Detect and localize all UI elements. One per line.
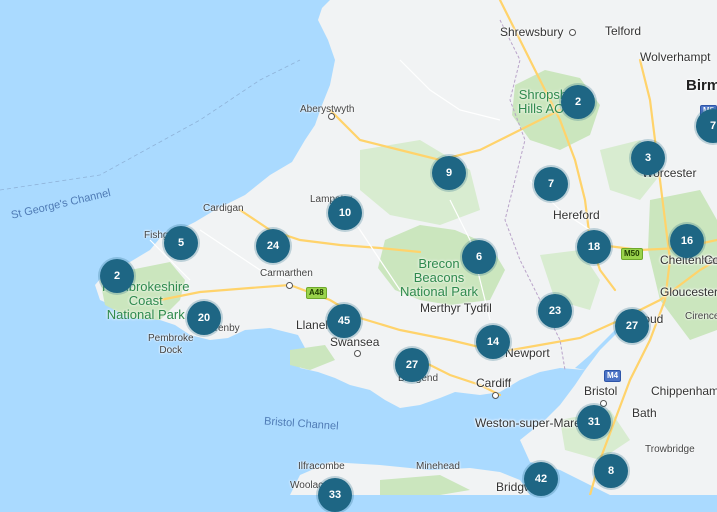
place-swansea: Swansea <box>330 335 380 349</box>
place-shrewsbury: Shrewsbury <box>500 25 564 39</box>
cluster-marker[interactable]: 3 <box>631 141 665 175</box>
cluster-marker[interactable]: 23 <box>538 294 572 328</box>
cluster-marker[interactable]: 8 <box>594 454 628 488</box>
cluster-marker[interactable]: 20 <box>187 301 221 335</box>
cluster-marker[interactable]: 27 <box>615 309 649 343</box>
place-bath: Bath <box>632 406 657 420</box>
town-dot-shrewsbury <box>569 29 576 36</box>
cluster-marker[interactable]: 14 <box>476 325 510 359</box>
town-dot-cardiff <box>492 392 499 399</box>
place-newport: Newport <box>505 346 550 360</box>
place-merthyr: Merthyr Tydfil <box>420 301 492 315</box>
town-dot-carmarthen <box>286 282 293 289</box>
road-shield-m50: M50 <box>621 248 643 260</box>
cluster-marker[interactable]: 18 <box>577 230 611 264</box>
place-chippenham: Chippenham <box>651 384 717 398</box>
cluster-marker[interactable]: 9 <box>432 156 466 190</box>
town-dot-swansea <box>354 350 361 357</box>
place-pembroke: Pembroke Dock <box>148 333 194 356</box>
cluster-marker[interactable]: 24 <box>256 229 290 263</box>
road-shield-a48: A48 <box>306 287 327 299</box>
place-minehead: Minehead <box>416 461 460 472</box>
cluster-marker[interactable]: 45 <box>327 304 361 338</box>
road-shield-m4: M4 <box>604 370 622 382</box>
cluster-marker[interactable]: 7 <box>534 167 568 201</box>
cluster-marker[interactable]: 33 <box>318 478 352 512</box>
place-birmingham: Birm <box>686 77 717 94</box>
place-ilfracombe: Ilfracombe <box>298 461 345 472</box>
place-aberystwyth: Aberystwyth <box>300 104 355 115</box>
place-wolverhampton: Wolverhampt <box>640 50 711 64</box>
place-carmarthen: Carmarthen <box>260 268 313 279</box>
cluster-marker[interactable]: 16 <box>670 224 704 258</box>
place-gloucester: Gloucester <box>660 285 717 299</box>
place-telford: Telford <box>605 24 642 38</box>
cluster-marker[interactable]: 10 <box>328 196 362 230</box>
place-cardigan: Cardigan <box>203 203 244 214</box>
cluster-marker[interactable]: 6 <box>462 240 496 274</box>
place-cardiff: Cardiff <box>476 376 512 390</box>
cluster-marker[interactable]: 27 <box>395 348 429 382</box>
place-trowbridge: Trowbridge <box>645 444 695 455</box>
place-cotswolds: Co <box>704 253 717 267</box>
cluster-marker[interactable]: 5 <box>164 226 198 260</box>
place-hereford: Hereford <box>553 208 600 222</box>
town-dot-aberystwyth <box>328 113 335 120</box>
place-weston: Weston-super-Mare <box>475 416 581 430</box>
place-cirencester: Cirence <box>685 311 717 322</box>
cluster-marker[interactable]: 31 <box>577 405 611 439</box>
place-bristol: Bristol <box>584 384 618 398</box>
cluster-marker[interactable]: 2 <box>100 259 134 293</box>
cluster-marker[interactable]: 2 <box>561 85 595 119</box>
cluster-marker[interactable]: 42 <box>524 462 558 496</box>
